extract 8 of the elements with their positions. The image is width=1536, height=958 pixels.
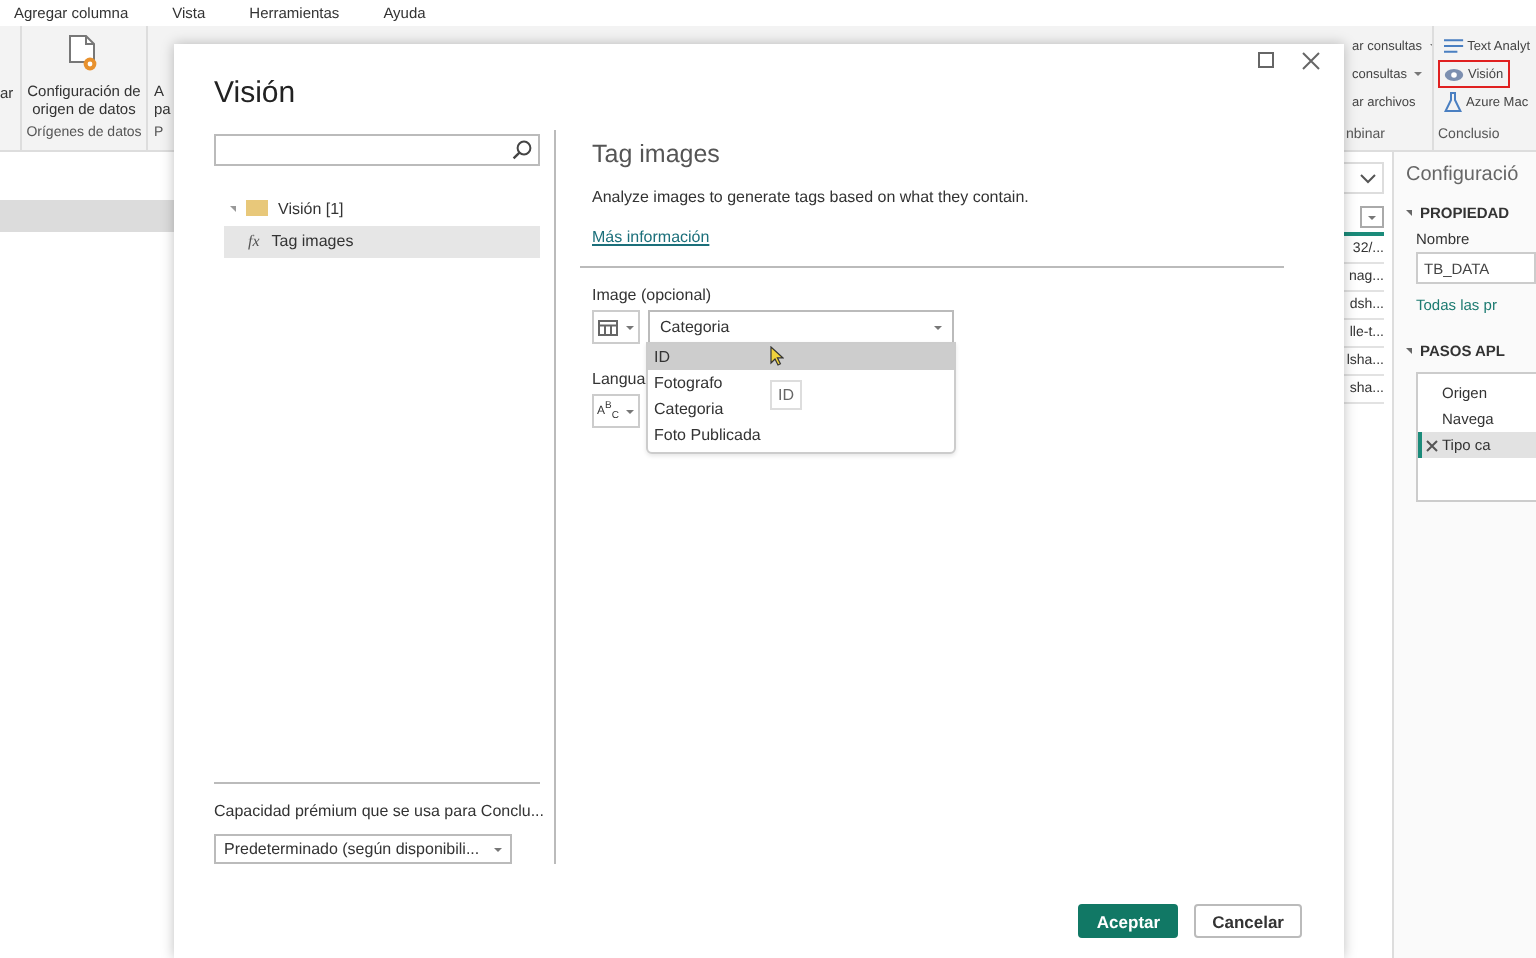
function-title: Tag images [592,140,720,168]
function-description: Analyze images to generate tags based on what they contain. [592,188,1029,206]
panel-title: Configuració [1406,164,1521,186]
dialog-title: Visión [214,76,296,114]
field-label: Image (opcional) [592,286,712,304]
field-label: Langua [592,370,646,388]
tooltip: ID [770,380,802,410]
capacity-label: Capacidad prémium que se usa para Conclu... [214,802,540,820]
